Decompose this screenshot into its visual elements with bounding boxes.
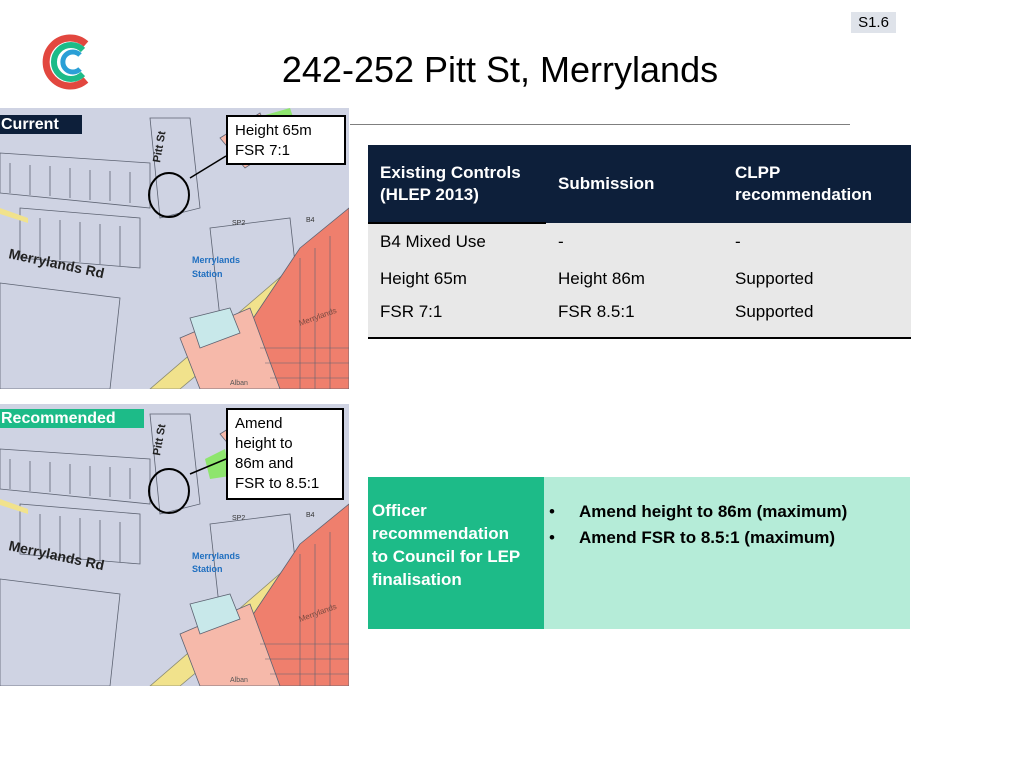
map-current-sp2-label: SP2 [232, 220, 245, 227]
table-bottom-rule [368, 337, 911, 339]
map-current: Merrylands Rd Pitt St Merrylands Station… [0, 108, 349, 389]
list-item: • Amend FSR to 8.5:1 (maximum) [549, 528, 835, 547]
map-rec-station-label-2: Station [192, 564, 223, 574]
map-current-b4-label: B4 [306, 217, 315, 224]
header-clpp: CLPP recommendation [723, 145, 911, 223]
map-rec-b4-label: B4 [306, 512, 315, 519]
header-submission: Submission [546, 145, 723, 223]
callout-line: Height 65m [235, 122, 312, 139]
table-cell: FSR 7:1 [368, 297, 546, 327]
map-rec-station-label: Merrylands [192, 551, 240, 561]
map-current-alban-label: Alban [230, 380, 248, 387]
table-cell: Supported [723, 260, 911, 297]
table-cell: - [546, 223, 723, 260]
table-cell: FSR 8.5:1 [546, 297, 723, 327]
table-cell: B4 Mixed Use [368, 223, 546, 260]
callout-line: 86m and [235, 455, 294, 472]
table-row: B4 Mixed Use - - [368, 223, 911, 260]
table-header-rule [368, 222, 546, 224]
callout-line: height to [235, 435, 293, 452]
slide-number: S1.6 [851, 12, 896, 33]
officer-recommendation-list: • Amend height to 86m (maximum) • Amend FS… [544, 477, 910, 629]
page-title: 242-252 Pitt St, Merrylands [281, 49, 719, 90]
map-current-station-label-2: Station [192, 269, 223, 279]
list-item: • Amend height to 86m (maximum) [549, 502, 848, 521]
map-rec-sp2-label: SP2 [232, 515, 245, 522]
table-cell: - [723, 223, 911, 260]
officer-recommendation-label: Officer recommendation to Council for LE… [368, 477, 544, 629]
map-rec-alban-label: Alban [230, 677, 248, 684]
map-recommended-tag: Recommended [0, 409, 144, 428]
map-recommended-callout: Amend height to 86m and FSR to 8.5:1 [226, 408, 344, 500]
table-cell: Supported [723, 297, 911, 327]
map-current-callout: Height 65m FSR 7:1 [226, 115, 346, 165]
table-row: FSR 7:1 FSR 8.5:1 Supported [368, 297, 911, 327]
table-row: Height 65m Height 86m Supported [368, 260, 911, 297]
callout-line: FSR 7:1 [235, 142, 291, 159]
table-cell: Height 65m [368, 260, 546, 297]
map-current-station-label: Merrylands [192, 255, 240, 265]
map-recommended: Merrylands Rd Pitt St Merrylands Station… [0, 404, 349, 686]
callout-line: FSR to 8.5:1 [235, 475, 320, 492]
controls-table: Existing Controls (HLEP 2013) Submission… [368, 145, 911, 339]
title-divider [350, 124, 850, 125]
header-existing-controls: Existing Controls (HLEP 2013) [368, 145, 546, 223]
map-current-tag: Current [0, 115, 82, 134]
callout-line: Amend [235, 415, 283, 432]
table-cell: Height 86m [546, 260, 723, 297]
